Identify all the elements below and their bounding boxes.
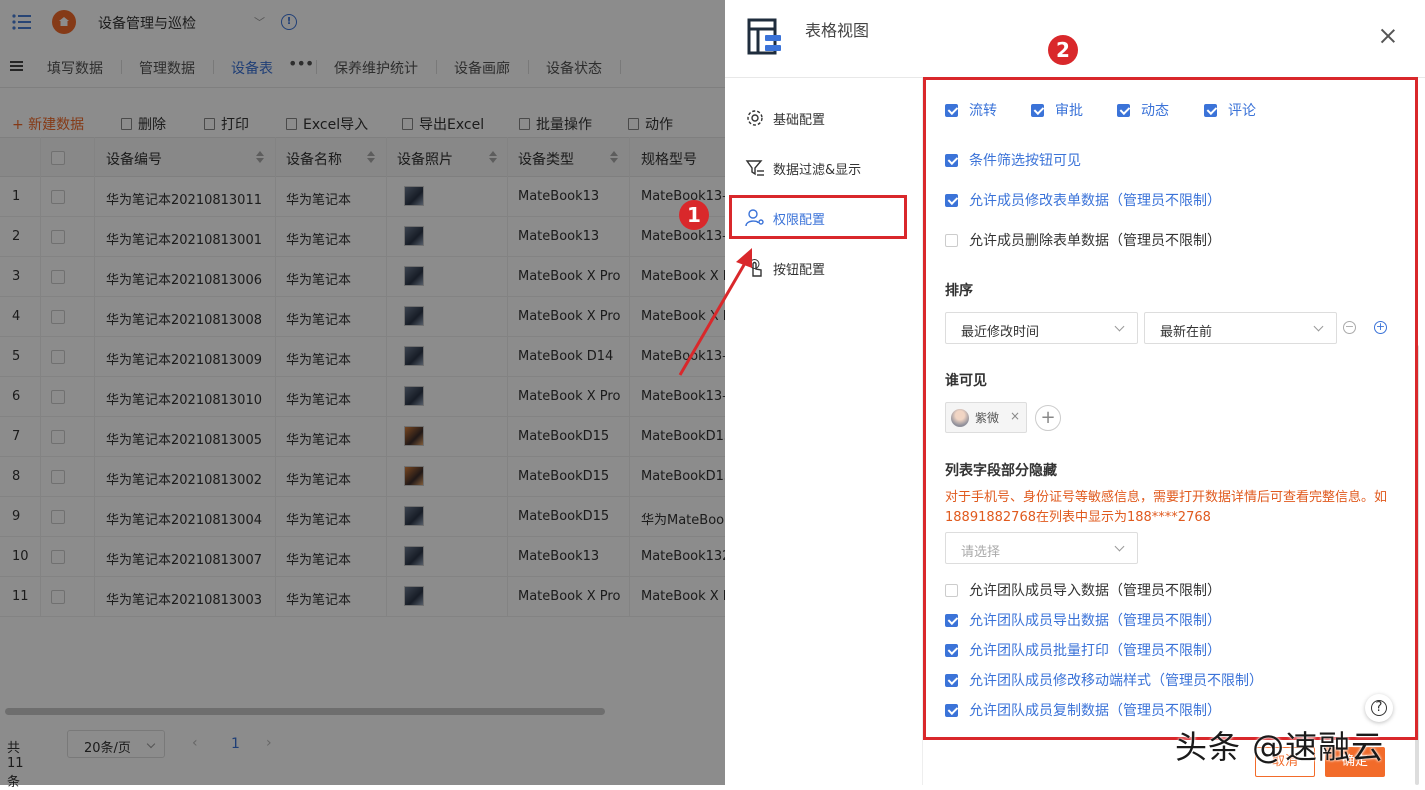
close-icon[interactable] (1378, 26, 1398, 46)
annotation-box-1 (729, 195, 907, 239)
drawer-header: 表格视图 (725, 0, 1425, 78)
filter-icon (745, 160, 764, 176)
config-sidebar: 基础配置 数据过滤&显示 权限配置 按钮配置 (725, 78, 923, 785)
drawer-title: 表格视图 (805, 21, 870, 40)
annotation-marker-1: 1 (679, 200, 709, 230)
modal-overlay[interactable] (0, 0, 725, 785)
sidebar-item-basic-config[interactable]: 基础配置 (725, 98, 923, 138)
sidebar-item-filter-display[interactable]: 数据过滤&显示 (725, 148, 923, 188)
watermark-text: 头条 @速融云 (1175, 728, 1385, 766)
annotation-marker-2: 2 (1048, 35, 1078, 65)
annotation-box-2 (923, 77, 1418, 740)
gear-icon (747, 110, 763, 126)
sidebar-item-label: 基础配置 (773, 112, 826, 128)
table-view-icon (747, 18, 781, 55)
sidebar-item-label: 按钮配置 (773, 262, 826, 278)
annotation-arrow (678, 248, 752, 376)
sidebar-item-label: 数据过滤&显示 (773, 162, 862, 178)
